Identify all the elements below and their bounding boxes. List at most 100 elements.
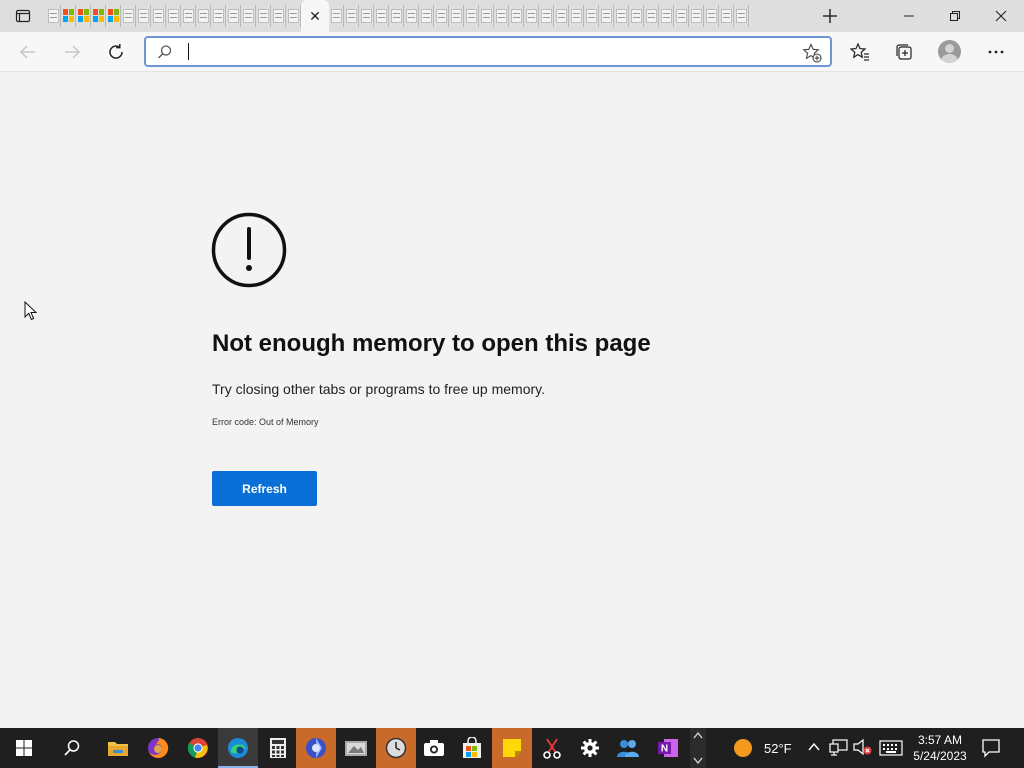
clock-date: 5/24/2023 bbox=[913, 749, 967, 763]
browser-tab[interactable] bbox=[419, 5, 434, 27]
browser-tab[interactable] bbox=[76, 5, 91, 27]
browser-tab[interactable] bbox=[329, 5, 344, 27]
forward-button[interactable] bbox=[58, 38, 86, 66]
sticky-notes-button[interactable] bbox=[492, 728, 532, 768]
page-favicon-icon bbox=[450, 9, 462, 23]
store-button[interactable] bbox=[452, 728, 492, 768]
browser-tab[interactable] bbox=[524, 5, 539, 27]
browser-tab[interactable] bbox=[599, 5, 614, 27]
browser-tab[interactable] bbox=[389, 5, 404, 27]
new-tab-button[interactable] bbox=[818, 4, 842, 28]
browser-tab[interactable] bbox=[91, 5, 106, 27]
add-favorite-icon[interactable] bbox=[802, 43, 822, 63]
taskbar-scroll[interactable] bbox=[690, 728, 706, 768]
browser-tab[interactable] bbox=[479, 5, 494, 27]
calculator-button[interactable] bbox=[258, 728, 298, 768]
page-favicon-icon bbox=[630, 9, 642, 23]
browser-tab[interactable] bbox=[539, 5, 554, 27]
browser-tab[interactable] bbox=[509, 5, 524, 27]
weather-sun-icon[interactable] bbox=[733, 738, 753, 758]
reload-button[interactable] bbox=[102, 38, 130, 66]
browser-tab[interactable] bbox=[554, 5, 569, 27]
tab-active[interactable]: ✕ bbox=[301, 0, 329, 32]
restore-button[interactable] bbox=[932, 0, 978, 32]
keyboard-icon[interactable] bbox=[879, 740, 903, 756]
close-window-button[interactable] bbox=[978, 0, 1024, 32]
profile-avatar[interactable] bbox=[938, 40, 961, 63]
file-explorer-button[interactable] bbox=[98, 728, 138, 768]
browser-tab[interactable] bbox=[136, 5, 151, 27]
refresh-button[interactable]: Refresh bbox=[212, 471, 317, 506]
onenote-button[interactable]: N bbox=[648, 728, 688, 768]
tab-close-icon[interactable]: ✕ bbox=[309, 9, 321, 23]
minimize-button[interactable] bbox=[886, 0, 932, 32]
taskbar-clock[interactable]: 3:57 AM 5/24/2023 bbox=[908, 732, 972, 764]
chrome-button[interactable] bbox=[178, 728, 218, 768]
collections-icon bbox=[896, 44, 912, 60]
app-button-blue-circle[interactable] bbox=[296, 728, 336, 768]
network-icon[interactable] bbox=[829, 738, 849, 756]
browser-tab[interactable] bbox=[644, 5, 659, 27]
collections-button[interactable] bbox=[890, 38, 918, 66]
browser-tab[interactable] bbox=[629, 5, 644, 27]
people-app-button[interactable] bbox=[608, 728, 648, 768]
onenote-icon: N bbox=[658, 739, 678, 757]
search-taskbar-button[interactable] bbox=[52, 728, 92, 768]
camera-app-button[interactable] bbox=[414, 728, 454, 768]
browser-tab[interactable] bbox=[256, 5, 271, 27]
browser-tab[interactable] bbox=[211, 5, 226, 27]
browser-tab[interactable] bbox=[449, 5, 464, 27]
browser-tab[interactable] bbox=[734, 5, 749, 27]
settings-taskbar-button[interactable] bbox=[570, 728, 610, 768]
browser-tab[interactable] bbox=[286, 5, 301, 27]
browser-tab[interactable] bbox=[464, 5, 479, 27]
browser-tab[interactable] bbox=[674, 5, 689, 27]
favorites-button[interactable] bbox=[846, 38, 874, 66]
browser-tab[interactable] bbox=[196, 5, 211, 27]
minimize-icon bbox=[904, 15, 914, 17]
browser-tab[interactable] bbox=[61, 5, 76, 27]
firefox-button[interactable] bbox=[138, 728, 178, 768]
back-button[interactable] bbox=[14, 38, 42, 66]
browser-tab[interactable] bbox=[344, 5, 359, 27]
browser-tab[interactable] bbox=[121, 5, 136, 27]
browser-tab[interactable] bbox=[106, 5, 121, 27]
address-input[interactable] bbox=[186, 41, 786, 61]
browser-tab[interactable] bbox=[359, 5, 374, 27]
browser-tab[interactable] bbox=[659, 5, 674, 27]
browser-tab[interactable] bbox=[434, 5, 449, 27]
image-viewer-button[interactable] bbox=[336, 728, 376, 768]
windows-logo-icon bbox=[16, 740, 32, 756]
browser-tab[interactable] bbox=[271, 5, 286, 27]
browser-tab[interactable] bbox=[181, 5, 196, 27]
settings-more-button[interactable] bbox=[982, 38, 1010, 66]
browser-tab[interactable] bbox=[689, 5, 704, 27]
page-favicon-icon bbox=[405, 9, 417, 23]
notification-center-icon[interactable] bbox=[981, 738, 1001, 758]
browser-tab[interactable] bbox=[226, 5, 241, 27]
page-favicon-icon bbox=[480, 9, 492, 23]
browser-tab[interactable] bbox=[46, 5, 61, 27]
page-favicon-icon bbox=[242, 9, 254, 23]
browser-tab[interactable] bbox=[404, 5, 419, 27]
browser-tab[interactable] bbox=[719, 5, 734, 27]
browser-tab[interactable] bbox=[374, 5, 389, 27]
edge-button[interactable] bbox=[218, 728, 258, 768]
browser-tab[interactable] bbox=[166, 5, 181, 27]
show-hidden-icons-icon[interactable] bbox=[807, 741, 821, 753]
browser-tab[interactable] bbox=[704, 5, 719, 27]
browser-tab[interactable] bbox=[241, 5, 256, 27]
start-button[interactable] bbox=[4, 728, 44, 768]
address-bar[interactable] bbox=[144, 36, 832, 67]
arrow-right-icon bbox=[65, 45, 80, 59]
browser-tab[interactable] bbox=[151, 5, 166, 27]
weather-temperature[interactable]: 52°F bbox=[764, 741, 792, 756]
browser-tab[interactable] bbox=[584, 5, 599, 27]
volume-muted-icon[interactable] bbox=[853, 738, 873, 756]
snipping-tool-button[interactable] bbox=[532, 728, 572, 768]
browser-tab[interactable] bbox=[494, 5, 509, 27]
clock-app-button[interactable] bbox=[376, 728, 416, 768]
browser-tab[interactable] bbox=[569, 5, 584, 27]
browser-tab[interactable] bbox=[614, 5, 629, 27]
tab-actions-button[interactable] bbox=[0, 0, 46, 32]
